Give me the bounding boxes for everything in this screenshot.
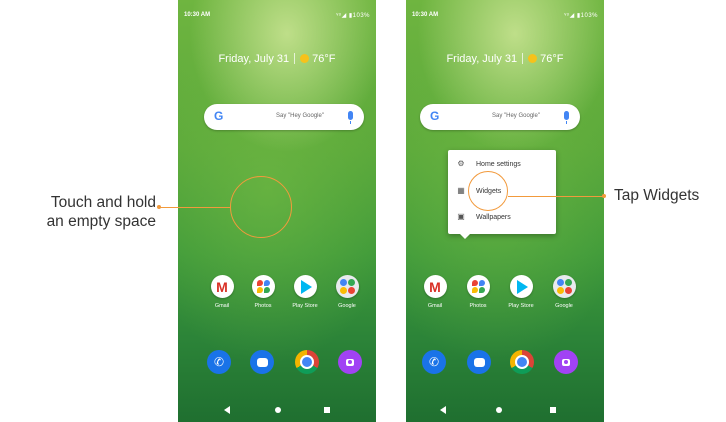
status-bar: 10:30 AM ᵛᵒ◢ ▮103% [178, 0, 376, 19]
app-label: Photos [254, 303, 272, 309]
callout-line-2: an empty space [46, 213, 156, 230]
app-gmail[interactable]: M Gmail [202, 275, 242, 309]
camera-icon[interactable] [338, 350, 362, 374]
messages-icon[interactable] [467, 350, 491, 374]
divider [294, 53, 296, 64]
play-store-icon [293, 275, 317, 298]
temperature-text: 76°F [540, 53, 564, 65]
google-search-bar[interactable]: G Say "Hey Google" [420, 104, 580, 130]
search-hint: Say "Hey Google" [492, 113, 540, 119]
touch-hold-highlight [230, 176, 292, 238]
back-icon[interactable] [440, 406, 446, 414]
date-weather-widget[interactable]: Friday, July 31 76°F [178, 53, 376, 65]
app-label: Play Store [292, 303, 318, 309]
messages-icon[interactable] [250, 350, 274, 374]
photos-icon [251, 275, 275, 298]
callout-leader-left [158, 207, 230, 208]
status-bar: 10:30 AM ᵛᵒ◢ ▮103% [406, 0, 604, 19]
sun-icon [300, 54, 310, 63]
camera-icon[interactable] [554, 350, 578, 374]
google-logo-icon: G [214, 109, 224, 123]
app-play-store[interactable]: Play Store [285, 275, 325, 309]
play-store-icon [509, 275, 533, 298]
app-row: M Gmail Photos Play Store Google [178, 275, 376, 315]
gmail-icon: M [210, 275, 234, 298]
app-row: M Gmail Photos Play Store Google [406, 275, 604, 315]
app-label: Google [338, 303, 356, 309]
app-label: Play Store [508, 303, 534, 309]
chrome-icon[interactable] [510, 350, 534, 374]
sun-icon [528, 54, 538, 63]
phone-icon[interactable]: ✆ [207, 350, 231, 374]
app-google-folder[interactable]: Google [544, 275, 584, 309]
callout-line-1: Touch and hold [50, 194, 156, 211]
mic-icon[interactable] [564, 111, 569, 124]
google-folder-icon [335, 275, 359, 298]
home-icon[interactable] [275, 407, 281, 413]
dock: ✆ [406, 350, 604, 378]
gear-icon: ⚙ [457, 159, 465, 168]
google-search-bar[interactable]: G Say "Hey Google" [204, 104, 364, 130]
recents-icon[interactable] [324, 407, 330, 413]
dock: ✆ [178, 350, 376, 378]
callout-leader-right [508, 196, 604, 197]
callout-dot-left [157, 205, 161, 209]
menu-item-wallpapers[interactable]: ▣ Wallpapers [448, 208, 556, 228]
callout-tap-widgets: Tap Widgets [614, 187, 700, 204]
home-screen-step-2: 10:30 AM ᵛᵒ◢ ▮103% Friday, July 31 76°F G… [406, 0, 604, 422]
app-label: Photos [469, 303, 487, 309]
nav-bar [406, 403, 604, 417]
app-photos[interactable]: Photos [458, 275, 498, 309]
phone-icon[interactable]: ✆ [422, 350, 446, 374]
google-logo-icon: G [430, 109, 440, 123]
app-google-folder[interactable]: Google [327, 275, 367, 309]
app-play-store[interactable]: Play Store [501, 275, 541, 309]
photos-icon [466, 275, 490, 298]
callout-touch-hold: Touch and hold an empty space [47, 193, 156, 231]
app-gmail[interactable]: M Gmail [415, 275, 455, 309]
widgets-icon: ▦ [457, 186, 465, 195]
google-folder-icon [552, 275, 576, 298]
nav-bar [178, 403, 376, 417]
search-hint: Say "Hey Google" [276, 113, 324, 119]
chrome-icon[interactable] [295, 350, 319, 374]
app-photos[interactable]: Photos [243, 275, 283, 309]
menu-item-label: Wallpapers [476, 214, 511, 221]
status-icons: ᵛᵒ◢ ▮103% [336, 13, 370, 19]
app-label: Google [555, 303, 573, 309]
callout-dot-right [602, 194, 606, 198]
menu-item-home-settings[interactable]: ⚙ Home settings [448, 155, 556, 175]
app-label: Gmail [427, 303, 443, 309]
date-text: Friday, July 31 [218, 53, 290, 65]
mic-icon[interactable] [348, 111, 353, 124]
date-weather-widget[interactable]: Friday, July 31 76°F [406, 53, 604, 65]
back-icon[interactable] [224, 406, 230, 414]
menu-item-label: Home settings [476, 161, 521, 168]
gmail-icon: M [423, 275, 447, 298]
date-text: Friday, July 31 [446, 53, 518, 65]
status-icons: ᵛᵒ◢ ▮103% [564, 13, 598, 19]
home-icon[interactable] [496, 407, 502, 413]
wallpapers-icon: ▣ [457, 212, 465, 221]
status-time: 10:30 AM [184, 12, 211, 18]
recents-icon[interactable] [550, 407, 556, 413]
home-screen-step-1: 10:30 AM ᵛᵒ◢ ▮103% Friday, July 31 76°F G… [178, 0, 376, 422]
widgets-highlight [468, 171, 508, 211]
app-label: Gmail [214, 303, 230, 309]
status-time: 10:30 AM [412, 12, 439, 18]
divider [522, 53, 524, 64]
temperature-text: 76°F [312, 53, 336, 65]
